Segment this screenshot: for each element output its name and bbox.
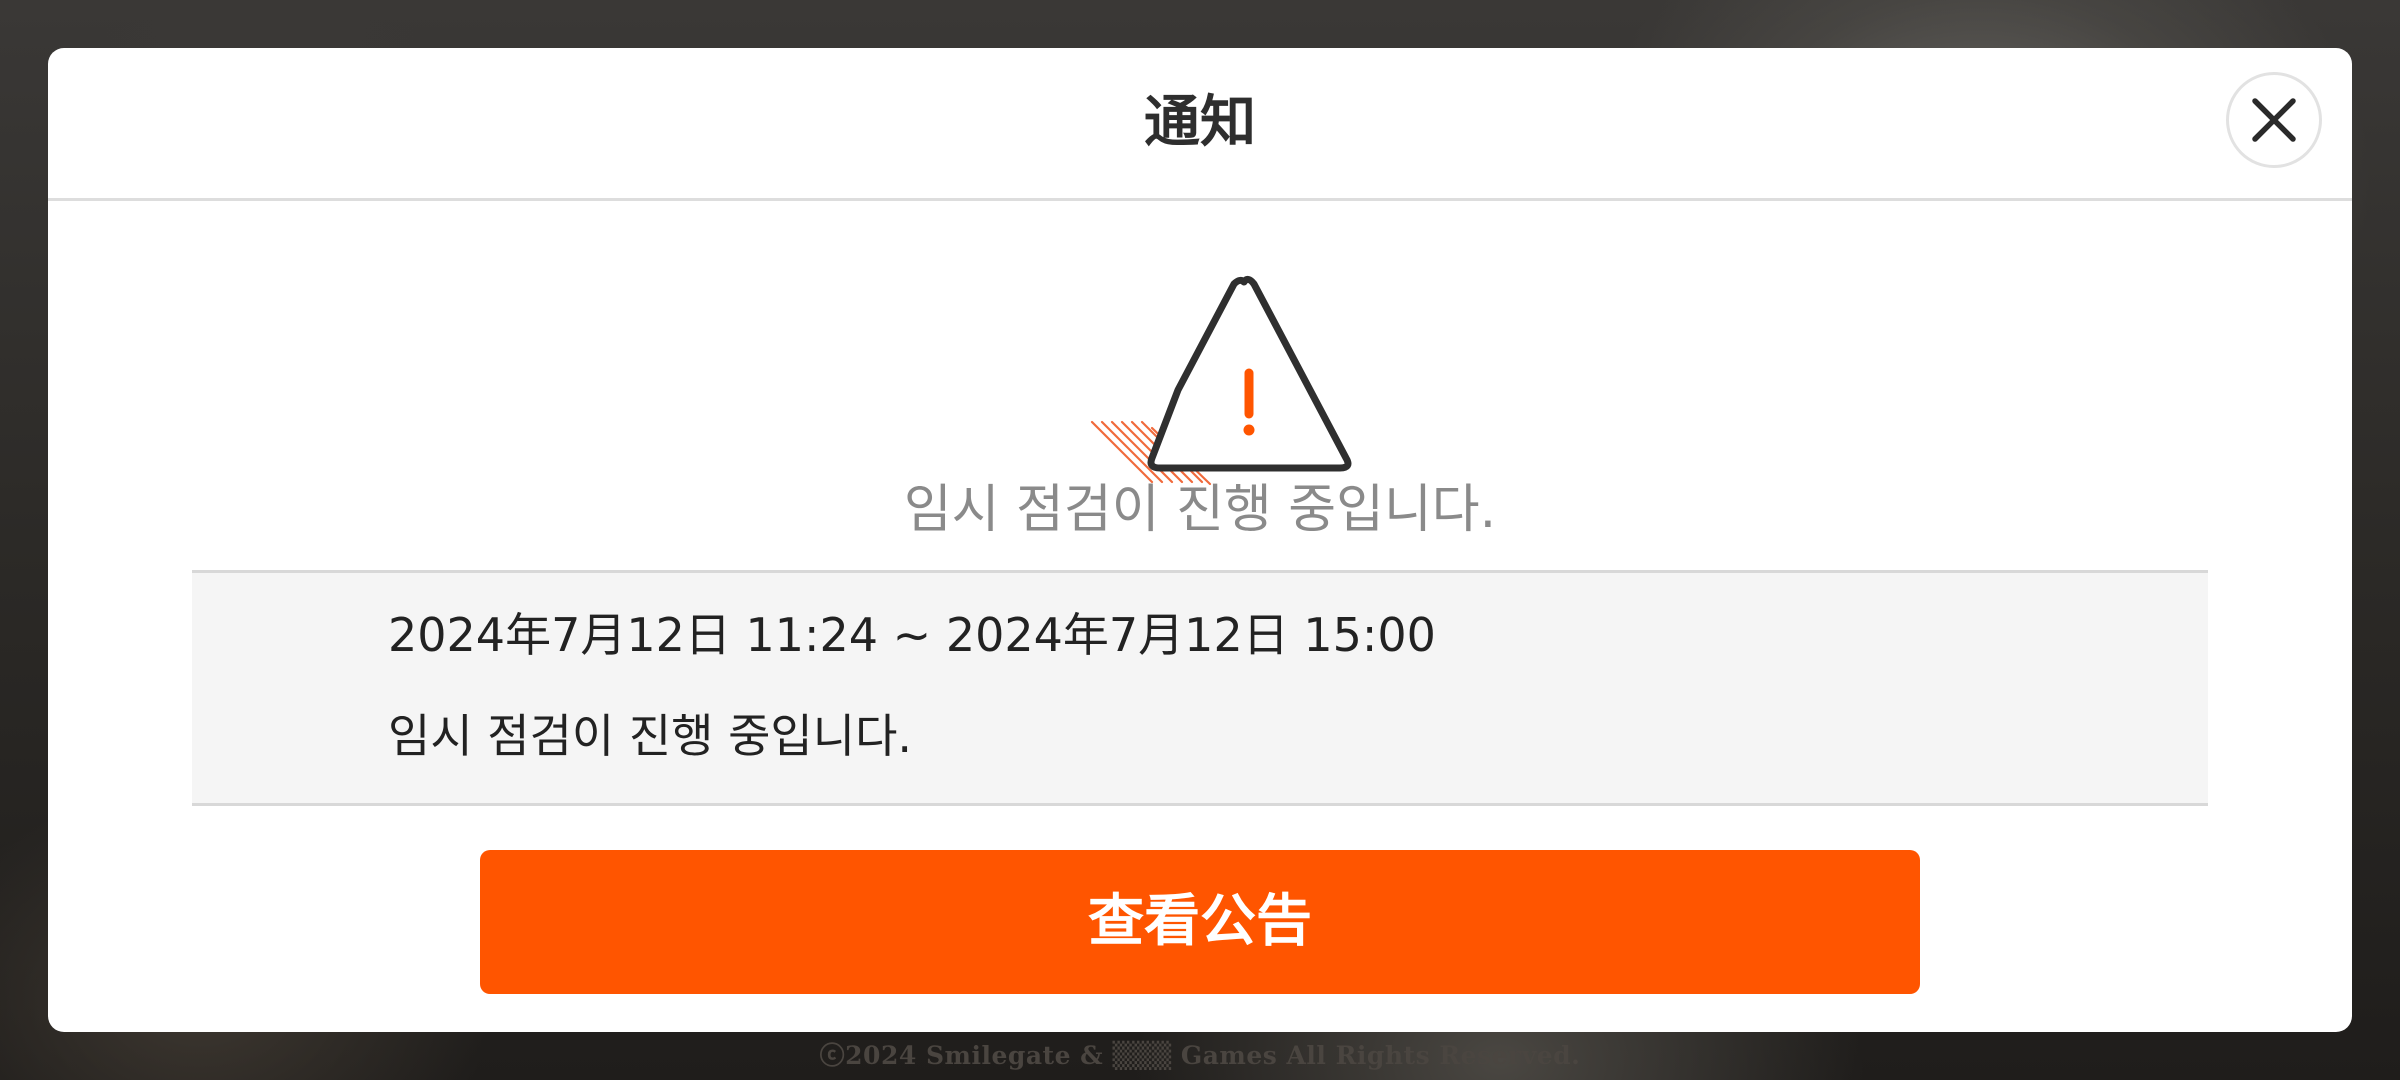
copyright-text: ⓒ2024 Smilegate & ▒▒▒ Games All Rights R… (819, 1041, 1581, 1070)
close-button[interactable] (2226, 72, 2322, 168)
maintenance-period: 2024年7月12日 11:24 ~ 2024年7月12日 15:00 (388, 608, 1436, 662)
dialog-title: 通知 (1144, 90, 1256, 155)
view-announcement-button[interactable]: 查看公告 (480, 850, 1920, 994)
maintenance-detail: 임시 점검이 진행 중입니다. (388, 709, 913, 763)
dialog-header: 通知 (48, 48, 2352, 201)
maintenance-headline: 임시 점검이 진행 중입니다. (903, 480, 1497, 540)
notice-detail-box: 2024年7月12日 11:24 ~ 2024年7月12日 15:00 임시 점… (192, 570, 2208, 806)
maintenance-notice-dialog: 通知 임시 점검이 진행 중입니다. 2024年7月12日 11:24 ~ 20… (48, 48, 2352, 1032)
close-icon (2252, 98, 2296, 142)
